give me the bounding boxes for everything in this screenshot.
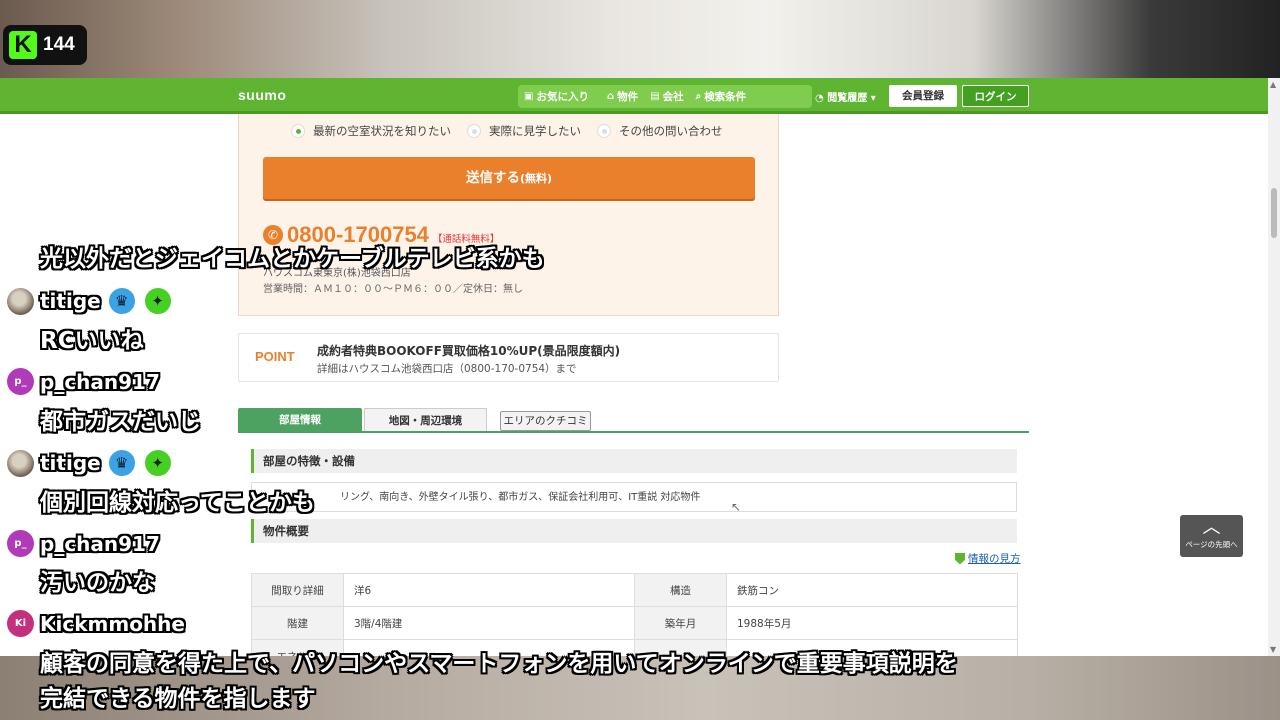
avatar [7,449,34,477]
radio-unchecked-icon[interactable] [467,124,481,138]
chat-username: titige [40,451,101,475]
suumo-logo[interactable]: suumo [238,87,286,103]
chat-caption-bottom-line2: 完結できる物件を指します [40,686,316,712]
table-cell: 鉄筋コン [726,573,1018,607]
features-heading: 部屋の特徴・設備 [251,449,1017,473]
business-hours: 営業時間：ＡＭ１０：００～ＰＭ６：００／定休日：無し [263,284,523,295]
table-row: 間取り詳細 洋6 構造 鉄筋コン [251,573,1018,607]
avatar: p_ [7,368,34,395]
point-label: POINT [255,349,295,364]
table-cell: 洋6 [343,573,635,607]
chat-username: p_chan917 [40,531,160,556]
nav-properties[interactable]: ⌂ 物件 [607,89,638,104]
nav-companies[interactable]: ▤ 会社 [650,89,683,104]
building-icon: ▤ [650,91,660,102]
chat-caption-bottom-line1: 顧客の同意を得た上で、パソコンやスマートフォンを用いてオンラインで重要事項説明を [40,651,958,677]
back-to-top-button[interactable]: ︿ ページの先頭へ [1180,515,1243,557]
send-free-label: (無料) [519,172,553,185]
table-row: 階建 3階/4階建 築年月 1988年5月 [251,606,1018,640]
avatar: p_ [7,530,34,557]
nav-favorites[interactable]: ▣ お気に入り [524,89,589,104]
scrollbar[interactable]: ▲ ▼ [1268,78,1280,656]
clock-icon: ◔ [815,93,824,104]
mouse-cursor-icon: ↖ [731,500,742,514]
tab-divider [238,431,1029,433]
chat-message-user: titige ♛ ✦ [7,286,173,316]
chat-message-text: 個別回線対応ってことかも [40,490,315,516]
heart-icon: ▣ [524,91,534,102]
avatar: Ki [7,610,34,637]
chat-message-text: 汚いのかな [40,570,155,596]
webcam-feed-top [0,0,1280,78]
browser-page: suumo ▣ お気に入り ⌂ 物件 ▤ 会社 ⌕ 検索条件 ◔ 閲覧履歴 ▾ 会員登録… [0,78,1280,656]
table-header-cell: 階建 [251,606,344,640]
option-label: 実際に見学したい [489,124,581,138]
chevron-up-icon: ︿ [1202,517,1221,538]
table-header-cell: 構造 [634,573,727,607]
tab-area-review[interactable]: エリアのクチコミ [500,411,591,431]
contact-form: 最新の空室状況を知りたい 実際に見学したい その他の問い合わせ 送信する(無料)… [238,114,779,316]
chat-username: Kickmmohhe [40,611,185,636]
tab-map[interactable]: 地図・周辺環境 [364,408,487,432]
history-label: 閲覧履歴 [827,93,868,104]
table-cell: 3階/4階建 [343,606,635,640]
nav-search-conditions[interactable]: ⌕ 検索条件 [696,89,747,104]
avatar [7,287,34,315]
table-header-cell: 間取り詳細 [251,573,344,607]
crown-badge-icon: ♛ [106,448,137,478]
point-box: POINT 成約者特典BOOKOFF買取価格10%UP(景品限度額内) 詳細はハ… [238,333,779,382]
help-link[interactable]: 情報の見方 [955,551,1021,566]
chat-username: p_chan917 [40,369,160,394]
chat-message-user: Ki Kickmmohhe [7,610,185,637]
chat-message-user: p_ p_chan917 [7,368,160,395]
send-label: 送信する [465,170,520,186]
chat-message-user: titige ♛ ✦ [7,448,173,478]
header-nav: ▣ お気に入り ⌂ 物件 ▤ 会社 ⌕ 検索条件 [518,85,812,108]
chevron-down-icon: ▾ [870,93,876,104]
chat-username: titige [40,289,101,313]
nav-companies-label: 会社 [662,91,684,103]
option-label: 最新の空室状況を知りたい [313,124,451,138]
tab-room-info[interactable]: 部屋情報 [238,408,362,432]
house-icon: ⌂ [606,91,615,102]
site-header: suumo ▣ お気に入り ⌂ 物件 ▤ 会社 ⌕ 検索条件 ◔ 閲覧履歴 ▾ 会員登録… [0,78,1268,114]
history-dropdown[interactable]: ◔ 閲覧履歴 ▾ [815,89,876,104]
nav-favorites-label: お気に入り [536,91,589,103]
crown-badge-icon: ♛ [106,286,137,316]
search-icon: ⌕ [695,91,702,102]
radio-checked-icon[interactable] [291,124,305,138]
chat-message-text: RCいいね [40,328,144,354]
table-header-cell: 築年月 [634,606,727,640]
send-button[interactable]: 送信する(無料) [263,157,755,199]
star-badge-icon: ✦ [142,286,173,316]
chat-message-user: p_ p_chan917 [7,530,160,557]
scroll-down-icon[interactable]: ▼ [1270,645,1276,654]
point-title: 成約者特典BOOKOFF買取価格10%UP(景品限度額内) [317,344,621,358]
nav-search-label: 検索条件 [704,91,747,103]
viewer-count-badge: K 144 [3,25,87,65]
features-body: リング、南向き、外壁タイル張り、都市ガス、保証会社利用可、IT重説 対応物件 [251,482,1017,512]
kick-logo-icon: K [9,31,37,59]
scroll-up-icon[interactable]: ▲ [1270,80,1276,89]
chat-caption-top: 光以外だとジェイコムとかケーブルテレビ系かも [40,246,545,272]
scroll-thumb[interactable] [1271,188,1277,238]
point-detail: 詳細はハウスコム池袋西口店（0800-170-0754）まで [317,363,577,375]
option-vacancy[interactable]: 最新の空室状況を知りたい [291,123,451,139]
beginner-mark-icon [955,552,965,565]
inquiry-options: 最新の空室状況を知りたい 実際に見学したい その他の問い合わせ [291,123,739,139]
option-label: その他の問い合わせ [619,124,723,138]
table-cell: 1988年5月 [726,606,1018,640]
nav-properties-label: 物件 [617,91,639,103]
help-link-label: 情報の見方 [968,553,1021,565]
back-to-top-label: ページの先頭へ [1185,540,1238,549]
viewer-count: 144 [43,34,75,55]
login-button[interactable]: ログイン [962,85,1029,107]
overview-heading: 物件概要 [251,519,1017,543]
register-button[interactable]: 会員登録 [889,85,957,107]
chat-message-text: 都市ガスだいじ [40,409,201,435]
option-visit[interactable]: 実際に見学したい [467,123,581,139]
option-other[interactable]: その他の問い合わせ [597,123,723,139]
star-badge-icon: ✦ [142,448,173,478]
radio-unchecked-icon[interactable] [597,124,611,138]
